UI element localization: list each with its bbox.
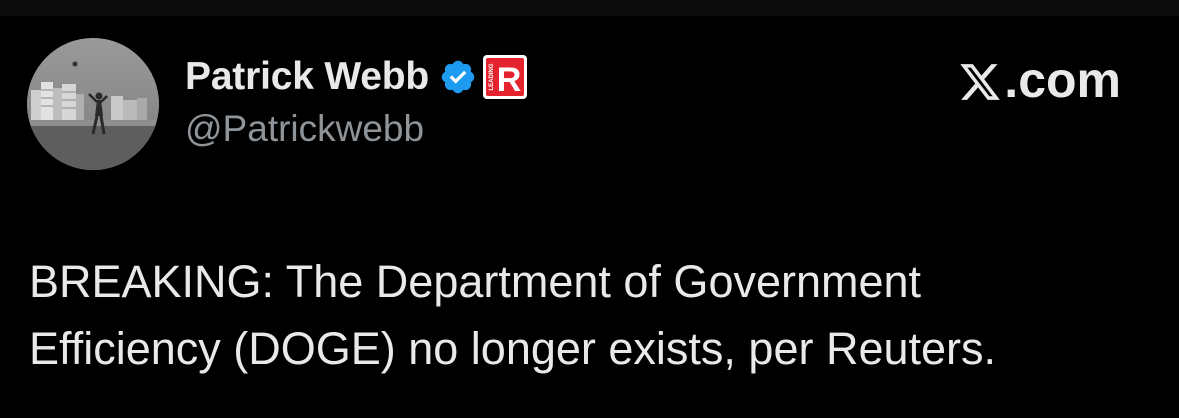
tweet-line-1: BREAKING: The Department of Government	[29, 256, 922, 307]
x-logo-icon	[958, 58, 1002, 102]
affiliate-badge-icon[interactable]: R LEADING	[482, 54, 528, 100]
tweet-text: BREAKING: The Department of Government E…	[29, 248, 1149, 382]
author-display-name[interactable]: Patrick Webb	[185, 55, 429, 99]
author-handle[interactable]: @Patrickwebb	[185, 108, 424, 150]
affiliate-badge-letter: R	[497, 61, 522, 99]
top-bar-strip	[0, 0, 1179, 16]
verified-checkmark-icon	[439, 58, 477, 96]
author-name-row: Patrick Webb R LEADING	[185, 54, 528, 100]
source-site-label: .com	[958, 50, 1121, 110]
source-site-suffix: .com	[1004, 52, 1121, 108]
tweet-line-2: Efficiency (DOGE) no longer exists, per …	[29, 323, 997, 374]
avatar-photo	[27, 38, 159, 170]
affiliate-badge-caption: LEADING	[489, 63, 495, 90]
avatar[interactable]	[27, 38, 159, 170]
tweet-screenshot: Patrick Webb R LEADING @Patrickwebb .com…	[0, 0, 1179, 418]
